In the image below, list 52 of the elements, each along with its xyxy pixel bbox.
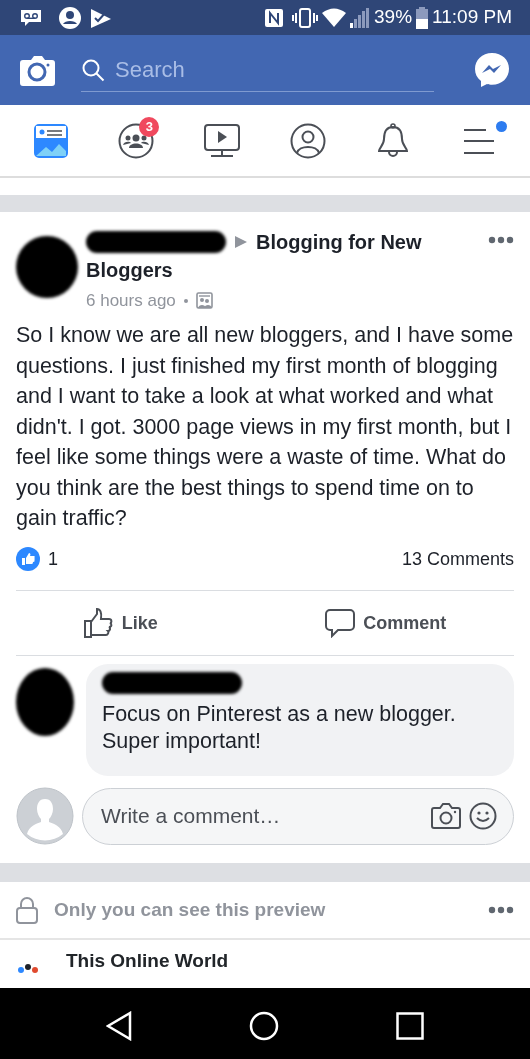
home-icon[interactable] [249, 1011, 279, 1041]
arrow-icon [234, 235, 248, 249]
group-icon [195, 292, 213, 310]
comment-text: Focus on Pinterest as a new blogger. Super important! [102, 701, 457, 755]
profile-icon [289, 122, 326, 159]
comment-button[interactable]: Comment [319, 591, 453, 655]
notification-count: 3 [139, 116, 160, 137]
battery-icon [416, 6, 429, 29]
recent-apps-icon[interactable] [395, 1012, 424, 1040]
nav-tab[interactable]: 3 [106, 110, 167, 171]
camera-icon[interactable] [20, 54, 55, 86]
groups-icon [118, 122, 155, 159]
messenger-icon[interactable] [474, 52, 510, 88]
nfc-icon [264, 7, 285, 28]
post-time: 6 hours ago [86, 290, 176, 312]
battery-percentage: 39% [374, 5, 413, 30]
more-options-icon[interactable] [488, 236, 514, 244]
comment-count[interactable]: 13 Comments [401, 545, 514, 573]
like-button[interactable]: Like [77, 591, 164, 655]
redacted-avatar [16, 668, 74, 736]
wifi-icon [322, 7, 347, 28]
comment-field[interactable]: Write a comment… [99, 799, 423, 833]
redacted-avatar [16, 236, 78, 298]
avatar-silhouette-icon [16, 787, 74, 845]
speech-bubble-icon [325, 608, 356, 638]
news-feed-icon [33, 123, 68, 158]
search-icon [81, 57, 105, 82]
back-icon[interactable] [106, 1011, 133, 1041]
menu-icon [462, 126, 497, 155]
smiley-icon[interactable] [469, 802, 497, 830]
post-text: So I know we are all new bloggers, and I have some questions. I just finished my first month of blogging and I want to take a look at what worked and what didn't. I got. 3000 page views in my first month, but I feel like some things were a waste of time. What do you think are the best things to spend time on to gain traffic? [16, 322, 514, 532]
like-count[interactable]: 1 [48, 545, 58, 573]
comment-bar[interactable]: Write a comment… [82, 787, 514, 845]
vibrate-icon [292, 6, 319, 29]
group-name[interactable]: Blogging for New Bloggers [86, 228, 480, 284]
voicemail-icon [20, 8, 42, 27]
bell-icon [376, 122, 411, 159]
page-name[interactable]: This Online World [66, 946, 229, 975]
account-icon [58, 5, 82, 30]
task-icon [90, 6, 112, 29]
clock-time: 11:09 PM [432, 5, 512, 30]
more-options-icon[interactable] [488, 906, 514, 914]
like-reaction-icon [16, 547, 40, 571]
privacy-notice: Only you can see this preview [54, 897, 326, 922]
search-field[interactable]: Search [113, 52, 434, 87]
thumbs-up-icon [83, 608, 114, 638]
dot-icon [183, 298, 188, 303]
signal-icon [350, 7, 371, 28]
search-bar[interactable]: Search [81, 48, 434, 92]
camera-icon[interactable] [431, 803, 461, 829]
lock-icon [16, 896, 38, 924]
video-icon [204, 123, 241, 158]
